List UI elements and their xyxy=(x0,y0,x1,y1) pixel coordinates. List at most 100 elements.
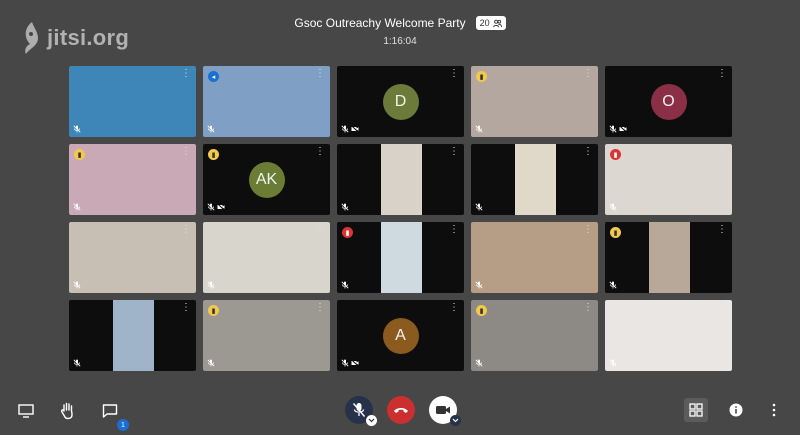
participant-video xyxy=(381,222,423,293)
more-actions-button[interactable] xyxy=(764,400,784,420)
tile-status-indicators xyxy=(609,359,617,367)
tile-status-indicators xyxy=(207,359,215,367)
participant-grid: ⋮ ◂ ⋮ D ⋮ ▮ ⋮ O ⋮ ▮ ⋮ AK ▮ ⋮ ⋮ ⋮ ▮ ⋮ ⋮ ⋮ ▮ ⋮ ⋮ ▮ ⋮ ⋮ ▮ ⋮ A ⋮ ▮ ⋮ ⋮ xyxy=(69,66,732,371)
participant-tile[interactable]: ▮ ⋮ xyxy=(337,222,464,293)
more-options-icon[interactable]: ⋮ xyxy=(449,69,459,79)
toggle-camera-button[interactable] xyxy=(429,396,461,426)
participant-video xyxy=(471,300,598,371)
more-options-icon[interactable]: ⋮ xyxy=(315,225,325,235)
more-options-icon[interactable]: ⋮ xyxy=(449,303,459,313)
tile-status-indicators xyxy=(475,281,483,289)
toolbar-right xyxy=(684,398,784,422)
mic-muted-icon xyxy=(475,359,483,367)
tile-status-indicators xyxy=(207,125,215,133)
more-options-icon[interactable]: ⋮ xyxy=(181,69,191,79)
participant-video xyxy=(69,222,196,293)
connection-indicator-icon[interactable]: ▮ xyxy=(476,305,487,316)
participant-tile[interactable]: ⋮ xyxy=(471,144,598,215)
raise-hand-icon xyxy=(61,402,73,420)
participant-tile[interactable]: AK ▮ ⋮ xyxy=(203,144,330,215)
more-options-icon[interactable]: ⋮ xyxy=(583,303,593,313)
tile-status-indicators xyxy=(73,125,81,133)
more-options-icon[interactable]: ⋮ xyxy=(717,303,727,313)
chat-button[interactable]: 1 xyxy=(100,401,129,431)
tile-view-button[interactable] xyxy=(684,398,708,422)
participant-video xyxy=(471,222,598,293)
more-options-icon[interactable]: ⋮ xyxy=(181,147,191,157)
info-button[interactable] xyxy=(726,400,746,420)
more-options-icon[interactable]: ⋮ xyxy=(181,225,191,235)
mic-muted-icon xyxy=(73,203,81,211)
grid-view-icon xyxy=(689,403,703,417)
more-options-icon[interactable]: ⋮ xyxy=(181,303,191,313)
mute-microphone-button[interactable] xyxy=(345,396,377,426)
participant-tile[interactable]: ▮ ⋮ xyxy=(471,66,598,137)
more-options-icon[interactable]: ⋮ xyxy=(717,147,727,157)
participant-tile[interactable]: O ⋮ xyxy=(605,66,732,137)
mic-muted-icon xyxy=(475,125,483,133)
participant-tile[interactable]: ⋮ xyxy=(605,300,732,371)
participant-tile[interactable]: ▮ ⋮ xyxy=(605,144,732,215)
participant-tile[interactable]: D ⋮ xyxy=(337,66,464,137)
mic-muted-icon xyxy=(73,359,81,367)
participant-avatar: D xyxy=(382,83,419,120)
raise-hand-button[interactable] xyxy=(58,401,78,421)
participant-tile[interactable]: ⋮ xyxy=(69,300,196,371)
tile-status-indicators xyxy=(341,125,359,133)
mic-muted-icon xyxy=(73,281,81,289)
connection-indicator-icon[interactable]: ▮ xyxy=(342,227,353,238)
video-settings-caret[interactable] xyxy=(450,415,461,426)
participant-tile[interactable]: ⋮ xyxy=(69,222,196,293)
participant-tile[interactable]: ▮ ⋮ xyxy=(69,144,196,215)
mic-muted-icon xyxy=(341,125,349,133)
more-options-icon[interactable]: ⋮ xyxy=(583,147,593,157)
participant-tile[interactable]: ⋮ xyxy=(69,66,196,137)
tile-status-indicators xyxy=(475,203,483,211)
participant-tile[interactable]: ▮ ⋮ xyxy=(605,222,732,293)
connection-indicator-icon[interactable]: ▮ xyxy=(208,305,219,316)
microphone-muted-icon xyxy=(352,403,366,417)
tile-status-indicators xyxy=(609,203,617,211)
participants-icon xyxy=(492,19,502,27)
connection-indicator-icon[interactable]: ▮ xyxy=(610,149,621,160)
audio-settings-caret[interactable] xyxy=(366,415,377,426)
connection-indicator-icon[interactable]: ▮ xyxy=(74,149,85,160)
share-screen-button[interactable] xyxy=(16,401,36,421)
connection-indicator-icon[interactable]: ▮ xyxy=(476,71,487,82)
more-options-icon[interactable]: ⋮ xyxy=(315,147,325,157)
participant-tile[interactable]: ▮ ⋮ xyxy=(471,300,598,371)
tile-status-indicators xyxy=(609,125,627,133)
participant-video xyxy=(113,300,155,371)
more-options-icon[interactable]: ⋮ xyxy=(315,69,325,79)
phone-hangup-icon xyxy=(394,408,408,413)
mic-muted-icon xyxy=(609,203,617,211)
hangup-button[interactable] xyxy=(387,396,415,424)
connection-indicator-icon[interactable]: ◂ xyxy=(208,71,219,82)
participant-tile[interactable]: ◂ ⋮ xyxy=(203,66,330,137)
more-options-icon[interactable]: ⋮ xyxy=(449,225,459,235)
more-options-icon[interactable]: ⋮ xyxy=(717,69,727,79)
participant-tile[interactable]: ⋮ xyxy=(337,144,464,215)
chat-unread-badge: 1 xyxy=(117,419,129,431)
tile-status-indicators xyxy=(73,281,81,289)
participant-tile[interactable]: ⋮ xyxy=(203,222,330,293)
more-options-icon[interactable]: ⋮ xyxy=(717,225,727,235)
more-options-icon[interactable]: ⋮ xyxy=(315,303,325,313)
camera-off-icon xyxy=(351,125,359,133)
connection-indicator-icon[interactable]: ▮ xyxy=(208,149,219,160)
more-options-icon[interactable]: ⋮ xyxy=(583,225,593,235)
participant-tile[interactable]: A ⋮ xyxy=(337,300,464,371)
connection-indicator-icon[interactable]: ▮ xyxy=(610,227,621,238)
more-options-icon[interactable]: ⋮ xyxy=(449,147,459,157)
mic-muted-icon xyxy=(609,125,617,133)
participant-tile[interactable]: ⋮ xyxy=(471,222,598,293)
mic-muted-icon xyxy=(207,281,215,289)
participant-count-button[interactable]: 20 xyxy=(475,16,506,30)
mic-muted-icon xyxy=(609,281,617,289)
tile-status-indicators xyxy=(207,281,215,289)
chevron-down-icon xyxy=(368,418,375,423)
chat-icon xyxy=(102,404,118,418)
participant-video xyxy=(649,222,691,293)
participant-tile[interactable]: ▮ ⋮ xyxy=(203,300,330,371)
more-options-icon[interactable]: ⋮ xyxy=(583,69,593,79)
